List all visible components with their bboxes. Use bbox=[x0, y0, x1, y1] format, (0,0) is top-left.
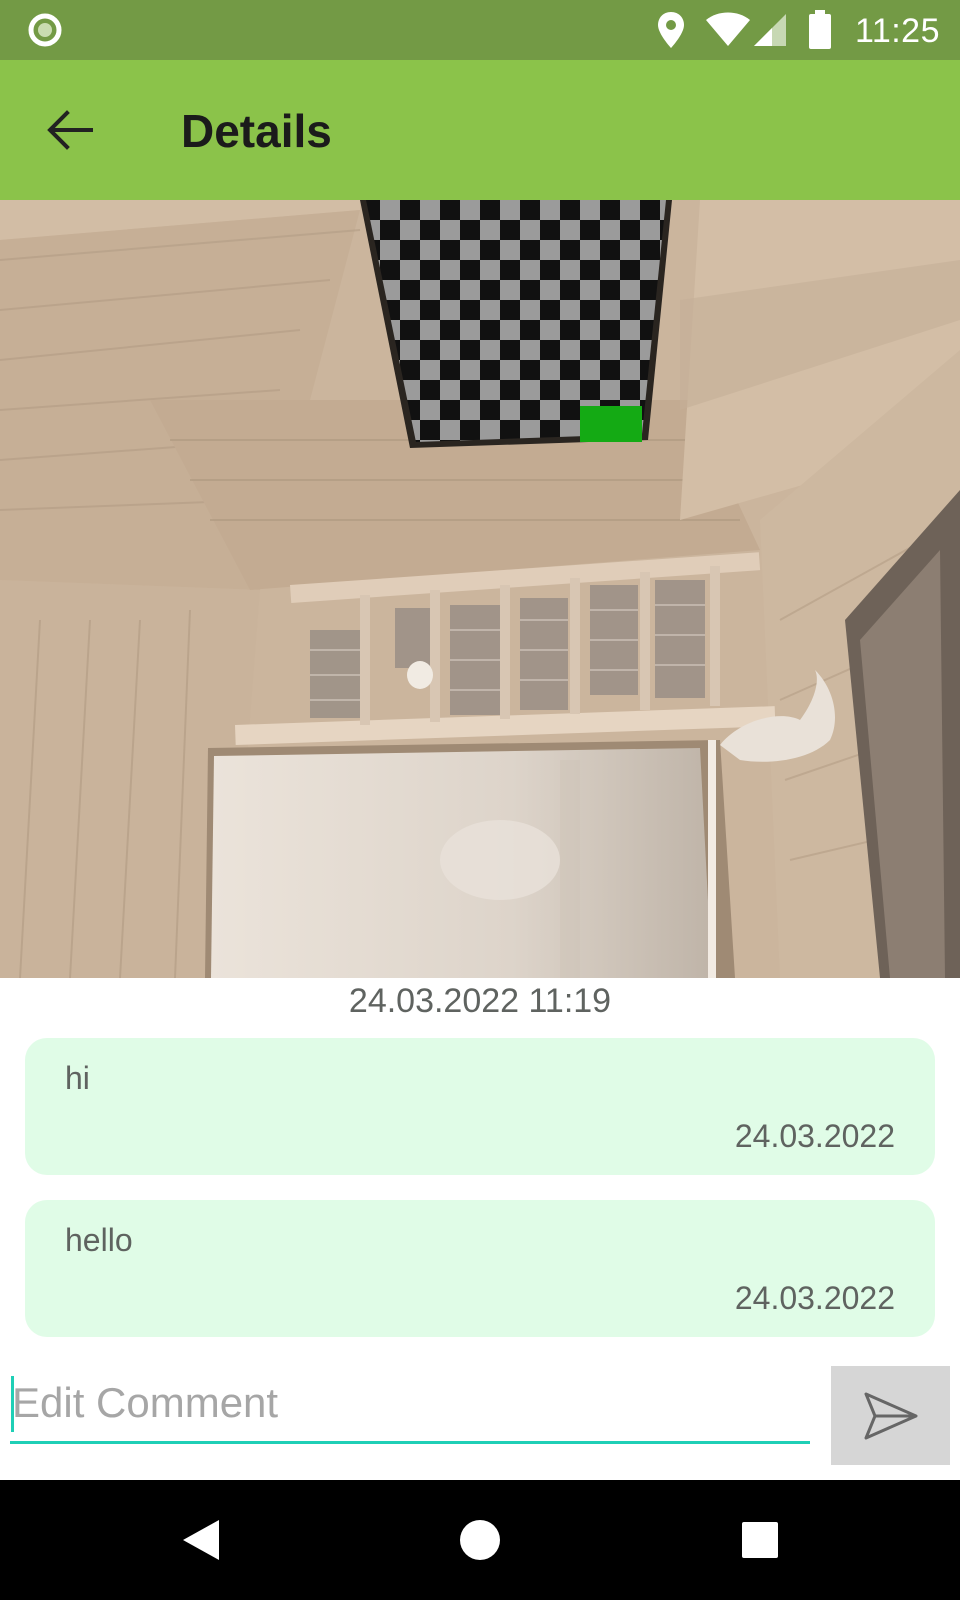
wifi-icon bbox=[706, 12, 750, 46]
battery-icon bbox=[809, 10, 831, 49]
photo-date: 24.03.2022 11:19 bbox=[348, 982, 612, 1020]
circle-notification-icon bbox=[28, 13, 62, 47]
comment-text: hello bbox=[65, 1222, 133, 1258]
room-photo[interactable] bbox=[0, 200, 960, 978]
room-image bbox=[0, 200, 960, 978]
send-button[interactable] bbox=[831, 1366, 950, 1465]
status-bar: 11:25 bbox=[0, 0, 960, 60]
back-button[interactable] bbox=[30, 90, 110, 170]
comment-date: 24.03.2022 bbox=[734, 1280, 895, 1316]
back-triangle-icon bbox=[183, 1520, 219, 1560]
send-icon bbox=[864, 1392, 917, 1439]
recents-square-icon bbox=[742, 1522, 778, 1558]
comment-date: 24.03.2022 bbox=[734, 1118, 895, 1154]
home-circle-icon bbox=[460, 1520, 500, 1560]
location-pin-icon bbox=[658, 12, 684, 48]
nav-recents-button[interactable] bbox=[725, 1505, 795, 1575]
edit-comment-input[interactable] bbox=[10, 1364, 810, 1444]
comment-card[interactable]: hi 24.03.2022 bbox=[25, 1038, 935, 1175]
comment-text: hi bbox=[65, 1060, 90, 1096]
app-bar: Details bbox=[0, 60, 960, 200]
cell-signal-icon bbox=[754, 14, 786, 46]
text-cursor bbox=[11, 1376, 14, 1432]
nav-home-button[interactable] bbox=[445, 1505, 515, 1575]
nav-back-button[interactable] bbox=[166, 1505, 236, 1575]
arrow-back-icon bbox=[47, 110, 93, 150]
page-title: Details bbox=[181, 105, 332, 157]
comment-card[interactable]: hello 24.03.2022 bbox=[25, 1200, 935, 1337]
navigation-bar bbox=[0, 1480, 960, 1600]
clock: 11:25 bbox=[854, 12, 940, 50]
